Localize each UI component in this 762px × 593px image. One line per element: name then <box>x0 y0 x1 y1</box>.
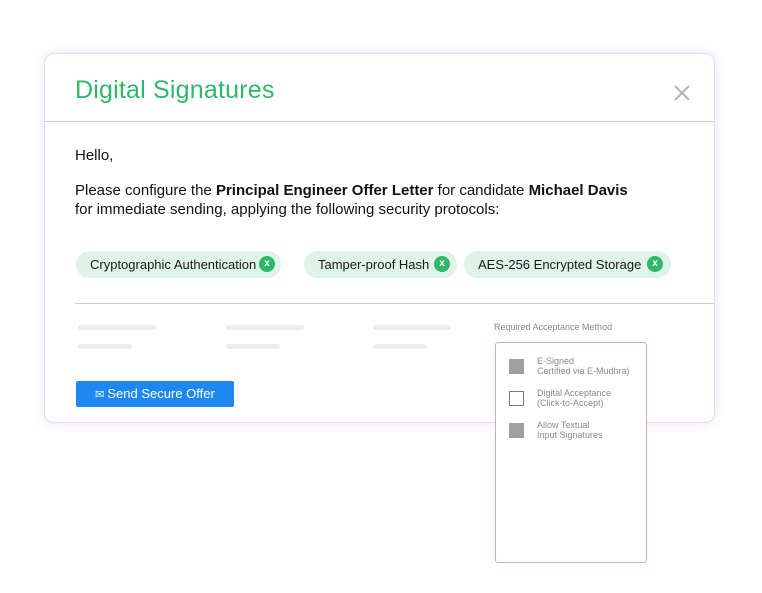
modal-title: Digital Signatures <box>75 76 275 104</box>
acceptance-method-dropdown[interactable]: E-Signed Certified via E-Mudhra) Digital… <box>495 342 647 563</box>
content-divider <box>75 303 714 304</box>
option-checkbox[interactable] <box>509 359 524 374</box>
option-label-line: Input Signatures <box>537 430 603 440</box>
protocol-chip-label: AES-256 Encrypted Storage <box>478 257 642 272</box>
instruction-message: Please configure the Principal Engineer … <box>75 181 675 219</box>
message-part-3: for immediate sending, applying the foll… <box>75 201 500 218</box>
remove-chip-button[interactable]: x <box>434 256 450 272</box>
protocol-chip-label: Cryptographic Authentication <box>90 257 257 272</box>
option-label: Allow Textual Input Signatures <box>537 420 603 440</box>
remove-chip-button[interactable]: x <box>259 256 275 272</box>
placeholder-line <box>78 344 132 349</box>
send-button-label: Send Secure Offer <box>107 386 215 401</box>
placeholder-line <box>226 344 280 349</box>
option-label-line: (Click-to-Accept) <box>537 398 604 408</box>
protocol-chip-aes-256: AES-256 Encrypted Storage x <box>464 251 671 278</box>
placeholder-line <box>373 344 427 349</box>
placeholder-line <box>373 325 451 330</box>
option-label-line: Certified via E-Mudhra) <box>537 366 630 376</box>
document-name: Principal Engineer Offer Letter <box>215 182 434 199</box>
message-part-2: for candidate <box>433 182 529 199</box>
greeting-text: Hello, <box>75 147 114 164</box>
close-icon <box>674 85 690 101</box>
option-checkbox[interactable] <box>509 391 524 406</box>
option-checkbox[interactable] <box>509 423 524 438</box>
placeholder-line <box>226 325 304 330</box>
remove-chip-button[interactable]: x <box>647 256 663 272</box>
message-part-1: Please configure the <box>75 182 216 199</box>
protocol-chip-tamper-proof: Tamper-proof Hash x <box>304 251 457 278</box>
protocol-chip-cryptographic: Cryptographic Authentication x <box>76 251 281 278</box>
option-label-line: Digital Acceptance <box>537 388 612 398</box>
send-secure-offer-button[interactable]: ✉ Send Secure Offer <box>76 381 234 407</box>
option-label: E-Signed Certified via E-Mudhra) <box>537 356 630 376</box>
close-button[interactable] <box>672 83 692 103</box>
candidate-name: Michael Davis <box>528 182 628 199</box>
option-label-line: Allow Textual <box>537 420 590 430</box>
header-divider <box>45 121 714 122</box>
option-label-line: E-Signed <box>537 356 575 366</box>
protocol-chip-label: Tamper-proof Hash <box>318 257 430 272</box>
acceptance-method-label: Required Acceptance Method <box>494 322 613 332</box>
envelope-icon: ✉ <box>95 389 105 401</box>
option-label: Digital Acceptance (Click-to-Accept) <box>537 388 611 408</box>
placeholder-line <box>78 325 156 330</box>
